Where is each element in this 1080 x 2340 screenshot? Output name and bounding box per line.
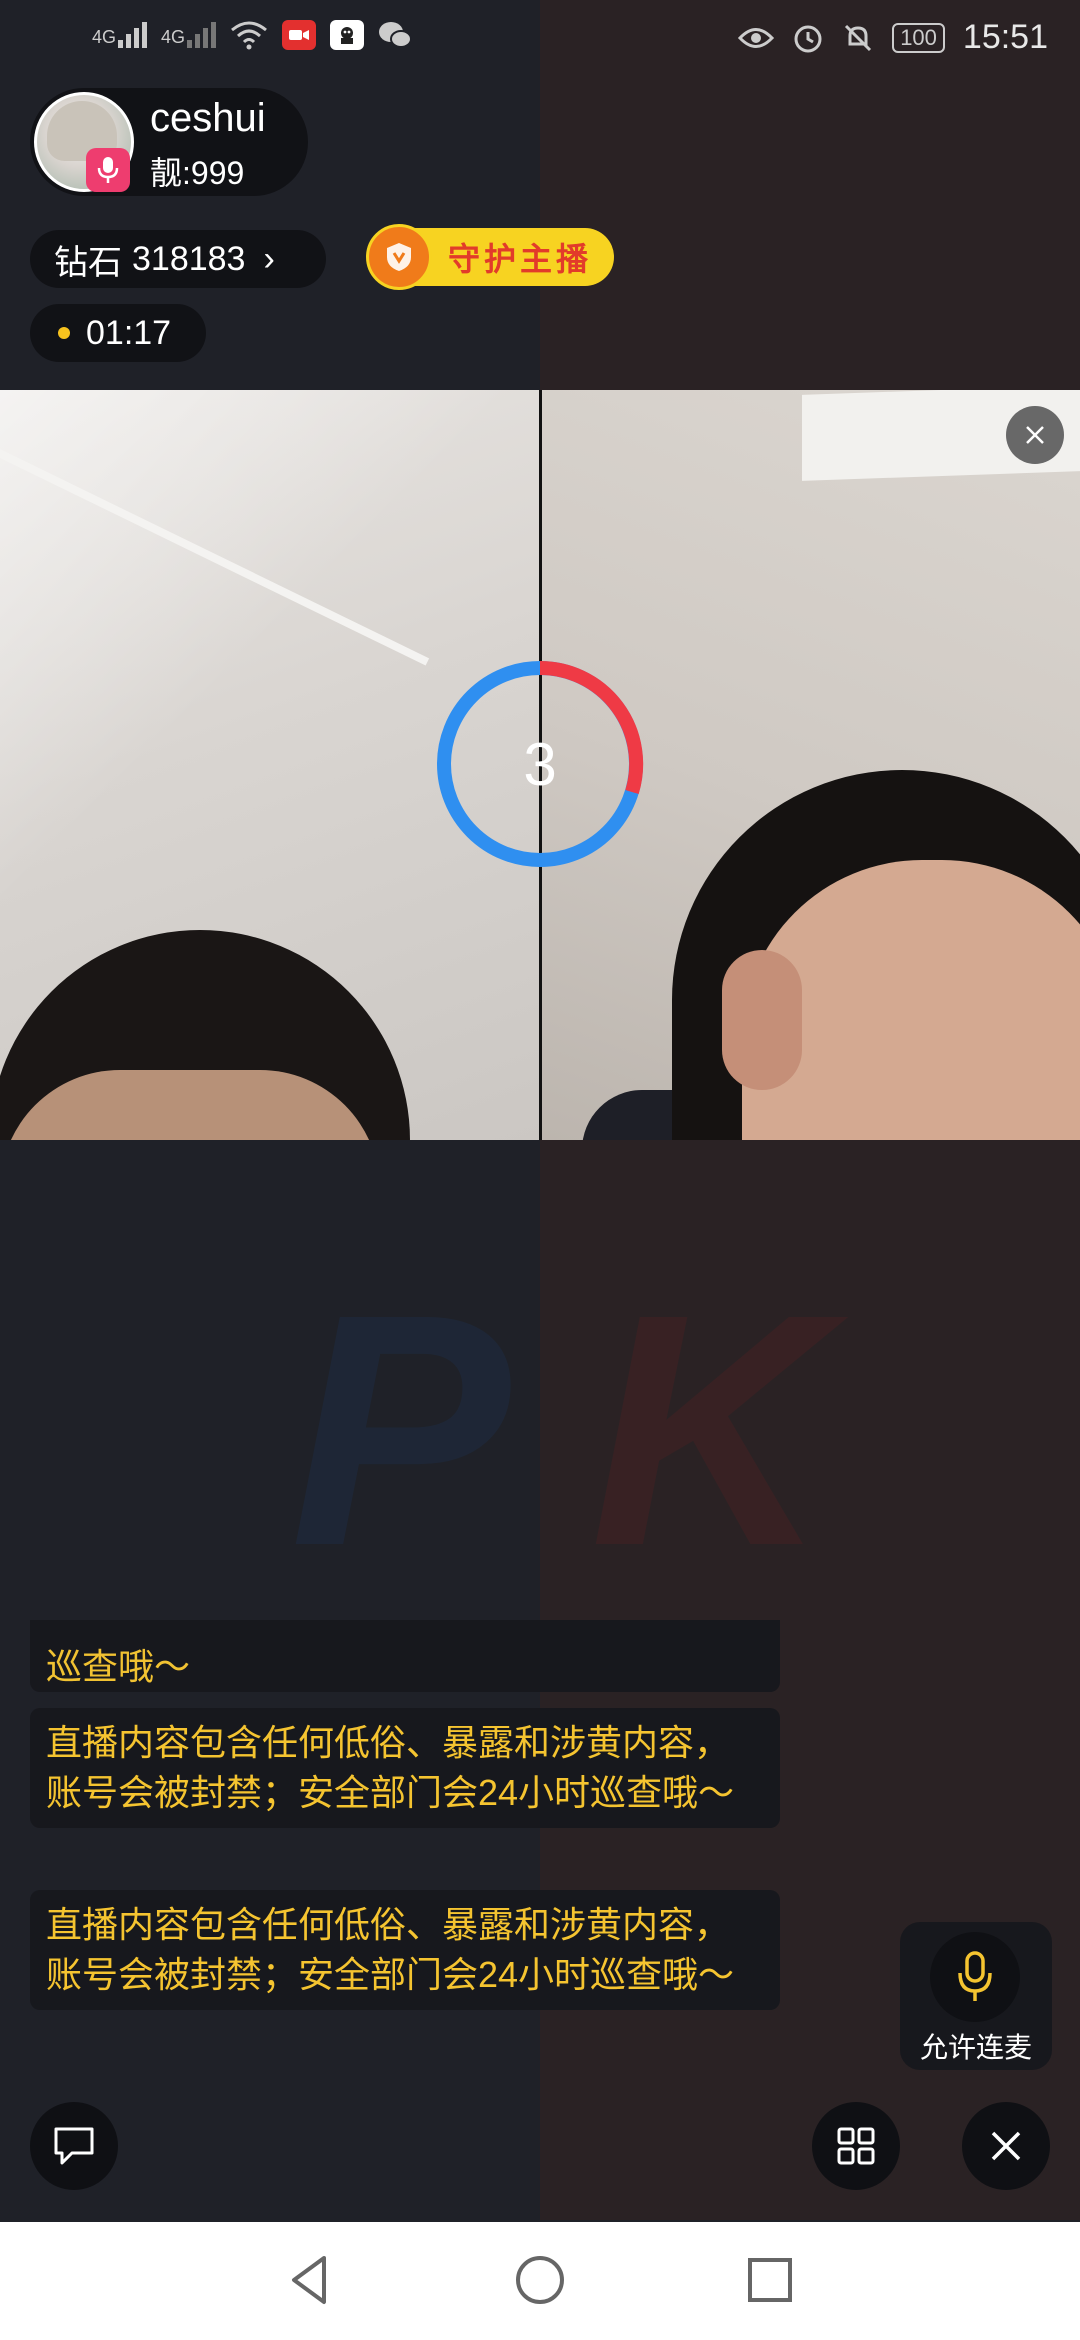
cellular-signal-2-icon: 4G — [161, 22, 217, 48]
diamond-label: 钻石 — [54, 243, 122, 282]
wechat-icon — [379, 22, 413, 48]
guard-host-button[interactable]: 守护主播 — [366, 224, 614, 290]
back-icon[interactable] — [280, 2250, 340, 2310]
chat-partial-line: 巡查哦～ — [46, 1646, 191, 1687]
pk-watermark-k: K — [590, 1245, 829, 1614]
recents-icon[interactable] — [740, 2250, 800, 2310]
alarm-icon — [794, 25, 822, 52]
close-icon — [1026, 426, 1044, 444]
host-mic-badge-icon — [86, 148, 130, 192]
diamond-balance-pill[interactable]: 钻石 318183 › — [30, 230, 326, 288]
system-nav-bar — [0, 2222, 1080, 2340]
countdown-number: 3 — [523, 730, 557, 798]
close-pk-button[interactable] — [1006, 406, 1064, 464]
status-bar: 4G 4G 100 15:51 — [0, 0, 1080, 84]
cellular-signal-icon: 4G — [92, 22, 148, 48]
clock: 15:51 — [962, 18, 1048, 56]
battery-icon: 100 — [892, 22, 945, 53]
mascot-app-icon — [330, 20, 365, 50]
chat-input-button[interactable] — [30, 2102, 118, 2190]
grid-icon — [837, 2127, 875, 2165]
chat-message: 直播内容包含任何低俗、暴露和涉黄内容，账号会被封禁；安全部门会24小时巡查哦～ — [30, 1708, 780, 1828]
video-call-app-icon — [282, 20, 317, 50]
guard-host-label: 守护主播 — [448, 241, 593, 277]
more-features-button[interactable] — [812, 2102, 900, 2190]
chat-message: 直播内容包含任何低俗、暴露和涉黄内容，账号会被封禁；安全部门会24小时巡查哦～ — [30, 1890, 780, 2010]
shield-icon — [366, 224, 432, 290]
host-name: ceshui — [150, 96, 266, 140]
chat-message-partial: 巡查哦～ — [30, 1620, 780, 1692]
wifi-icon — [231, 21, 267, 50]
live-timer: 01:17 — [30, 304, 206, 362]
diamond-value: 318183 — [132, 239, 246, 278]
close-icon — [991, 2131, 1021, 2161]
allow-mic-label: 允许连麦 — [919, 2032, 1032, 2063]
live-timer-value: 01:17 — [86, 313, 172, 352]
end-live-button[interactable] — [962, 2102, 1050, 2190]
home-icon[interactable] — [510, 2250, 570, 2310]
allow-mic-link-button[interactable]: 允许连麦 — [900, 1922, 1052, 2070]
chat-bubble-icon — [54, 2127, 94, 2165]
host-score: 靓:999 — [150, 155, 245, 191]
eye-icon — [738, 27, 775, 48]
host-info-card[interactable]: ceshui 靓:999 — [30, 88, 308, 196]
mute-bell-icon — [845, 24, 872, 51]
chevron-right-icon: › — [263, 239, 275, 278]
microphone-icon — [930, 1932, 1020, 2022]
network-type-label: 4G — [92, 27, 117, 47]
network-type-2-label: 4G — [161, 27, 186, 47]
pk-watermark-p: P — [290, 1245, 511, 1614]
live-dot-icon — [58, 327, 70, 339]
